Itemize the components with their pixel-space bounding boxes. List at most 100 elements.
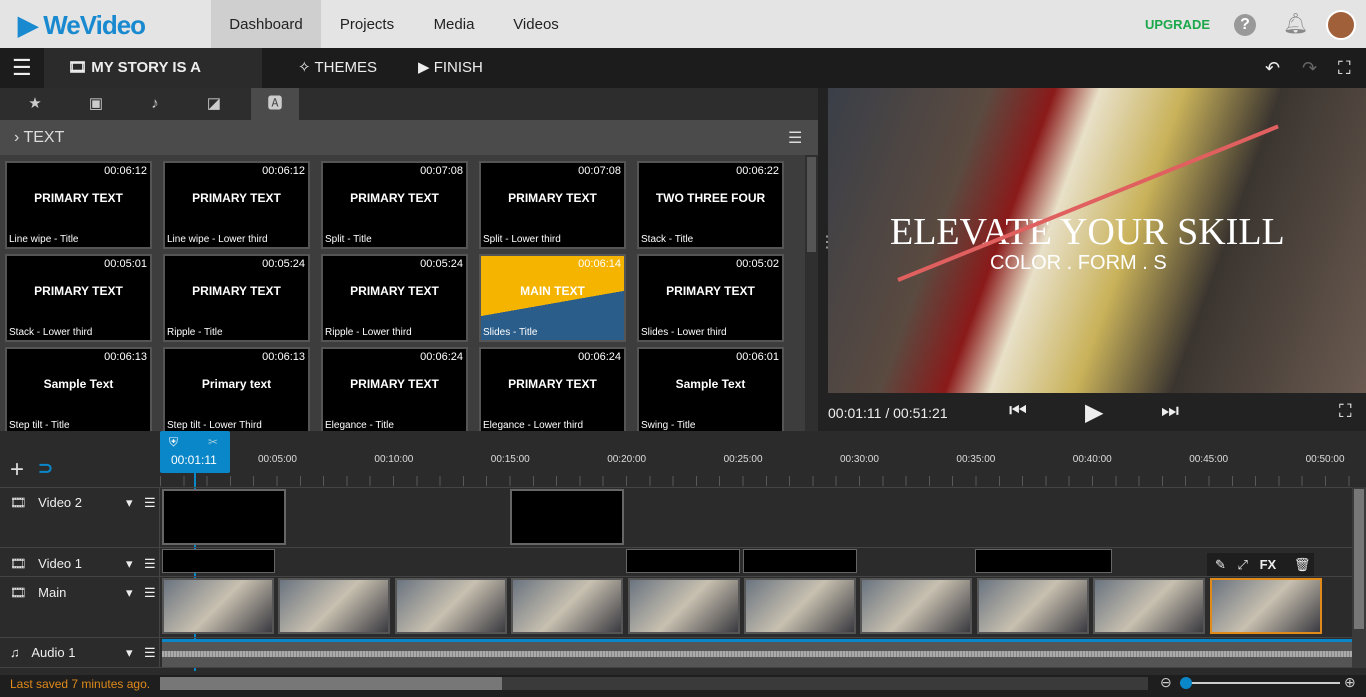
zoom-out-icon[interactable]: ⊖ [1160,674,1172,691]
wevideo-logo[interactable]: ▶ WeVideo [18,10,146,41]
project-title[interactable]: 🎞︎ MY STORY IS A CANVAS [44,48,262,116]
main-clip[interactable] [1209,578,1322,634]
upgrade-link[interactable]: UPGRADE [1145,17,1210,32]
trash-icon[interactable]: 🗑︎ [1294,557,1311,572]
zoom-slider[interactable] [1180,677,1340,689]
playhead-marker[interactable]: ⛨ ✂ 00:01:11 [160,431,230,473]
audio-clip[interactable] [162,639,1352,667]
clip[interactable] [626,549,740,573]
undo-icon[interactable]: ↶ [1265,48,1280,88]
main-clip[interactable] [976,578,1089,634]
redo-icon[interactable]: ↷ [1302,48,1317,88]
text-template-tile[interactable]: Sample Text 00:06:01 Swing - Title [637,347,784,435]
timeline-vscroll[interactable] [1352,487,1366,668]
menu-icon[interactable]: ☰ [12,48,32,88]
track-dropdown-icon[interactable]: ▾ [126,495,133,511]
text-template-tile[interactable]: PRIMARY TEXT 00:06:12 Line wipe - Lower th… [163,161,310,249]
main-clip[interactable] [162,578,274,634]
skip-back-icon[interactable]: ⏮ [1009,400,1027,423]
track-menu-icon[interactable]: ☰ [144,585,156,601]
main-clip[interactable] [627,578,740,634]
tick-label: 00:25:00 [723,454,763,465]
tile-preview: PRIMARY TEXT [508,377,597,391]
tile-preview: MAIN TEXT [520,284,585,298]
tile-preview: PRIMARY TEXT [192,284,281,298]
nav-projects[interactable]: Projects [321,0,413,48]
text-template-tile[interactable]: PRIMARY TEXT 00:06:24 Elegance - Lower thi… [479,347,626,435]
bell-icon[interactable]: 🔔︎ [1283,11,1308,36]
main-clip[interactable] [511,578,624,634]
tick-label: 00:45:00 [1189,454,1229,465]
help-icon[interactable]: ? [1234,14,1256,36]
tile-duration: 00:07:08 [420,165,463,177]
finish-button[interactable]: ▶ FINISH [418,48,483,88]
favorites-folder-icon[interactable]: ★ [11,88,59,120]
images-icon[interactable]: ▣ [72,88,120,120]
transitions-icon[interactable]: ◪ [190,88,238,120]
track-header: 🎞︎ Main ▾ ☰ [10,585,158,601]
tick-label: 00:20:00 [607,454,647,465]
text-template-tile[interactable]: PRIMARY TEXT 00:06:12 Line wipe - Title [5,161,152,249]
text-template-tile[interactable]: PRIMARY TEXT 00:07:08 Split - Title [321,161,468,249]
tile-title: Split - Title [325,234,372,245]
clip[interactable] [162,549,275,573]
clip[interactable] [743,549,857,573]
main-clip[interactable] [744,578,856,634]
resize-icon[interactable]: ⤢ [1238,557,1248,572]
edit-pencil-icon[interactable]: ✎ [1215,557,1226,572]
music-icon[interactable]: ♪ [131,88,179,120]
zoom-in-icon[interactable]: ⊕ [1344,674,1356,691]
fx-button[interactable]: FX [1260,557,1277,572]
fullscreen-icon[interactable]: ⛶ [1338,48,1351,88]
scrollbar[interactable] [805,155,818,431]
tile-duration: 00:07:08 [578,165,621,177]
text-template-tile[interactable]: PRIMARY TEXT 00:05:24 Ripple - Lower third [321,254,468,342]
media-tabs [0,88,818,120]
text-tab-icon[interactable]: 🅰︎ [251,88,299,120]
clip[interactable] [162,489,286,545]
list-view-icon[interactable]: ☰ [788,128,802,148]
track-menu-icon[interactable]: ☰ [144,495,156,511]
text-template-tile[interactable]: PRIMARY TEXT 00:05:01 Stack - Lower third [5,254,152,342]
track-name: Audio 1 [31,645,76,660]
text-template-tile[interactable]: PRIMARY TEXT 00:05:24 Ripple - Title [163,254,310,342]
ruler[interactable] [160,476,1352,486]
magnet-snap-icon[interactable]: ⊃ [38,458,53,479]
themes-button[interactable]: ✧ THEMES [298,48,377,88]
add-track-icon[interactable]: + [10,456,24,484]
nav-dashboard[interactable]: Dashboard [211,0,321,48]
nav-media[interactable]: Media [413,0,495,48]
playhead-time: 00:01:11 [171,453,217,467]
main-clip[interactable] [394,578,507,634]
track-dropdown-icon[interactable]: ▾ [126,556,133,572]
timeline-hscroll[interactable] [160,677,1148,690]
text-template-tile[interactable]: TWO THREE FOUR 00:06:22 Stack - Title [637,161,784,249]
preview-fullscreen-icon[interactable]: ⛶ [1339,401,1352,422]
nav-videos[interactable]: Videos [495,0,577,48]
track-menu-icon[interactable]: ☰ [144,645,156,661]
track-dropdown-icon[interactable]: ▾ [126,645,133,661]
main-clip[interactable] [278,578,391,634]
text-template-tile[interactable]: Primary text 00:06:13 Step tilt - Lower Th… [163,347,310,435]
video-preview[interactable]: ELEVATE YOUR SKILL COLOR . FORM . S [828,88,1366,393]
add-marker-icon[interactable]: ⛨ [169,435,178,450]
avatar[interactable] [1326,10,1356,40]
tile-preview: TWO THREE FOUR [655,191,766,205]
track-dropdown-icon[interactable]: ▾ [126,585,133,601]
text-template-tile[interactable]: PRIMARY TEXT 00:06:24 Elegance - Title [321,347,468,435]
main-clip[interactable] [1093,578,1206,634]
music-note-icon: ♫ [10,645,20,660]
text-template-tile[interactable]: PRIMARY TEXT 00:07:08 Split - Lower third [479,161,626,249]
main-clip[interactable] [860,578,973,634]
text-template-tile[interactable]: Sample Text 00:06:13 Step tilt - Title [5,347,152,435]
section-header[interactable]: › TEXT [0,120,818,155]
play-icon[interactable]: ▶ [1085,398,1103,427]
skip-forward-icon[interactable]: ⏭ [1161,400,1179,423]
track-header: 🎞︎ Video 1 ▾ ☰ [10,556,158,572]
scissors-icon[interactable]: ✂ [208,435,218,449]
clip[interactable] [510,489,624,545]
text-template-tile[interactable]: PRIMARY TEXT 00:05:02 Slides - Lower third [637,254,784,342]
track-menu-icon[interactable]: ☰ [144,556,156,572]
text-template-tile[interactable]: MAIN TEXT 00:06:14 Slides - Title [479,254,626,342]
clip[interactable] [975,549,1112,573]
